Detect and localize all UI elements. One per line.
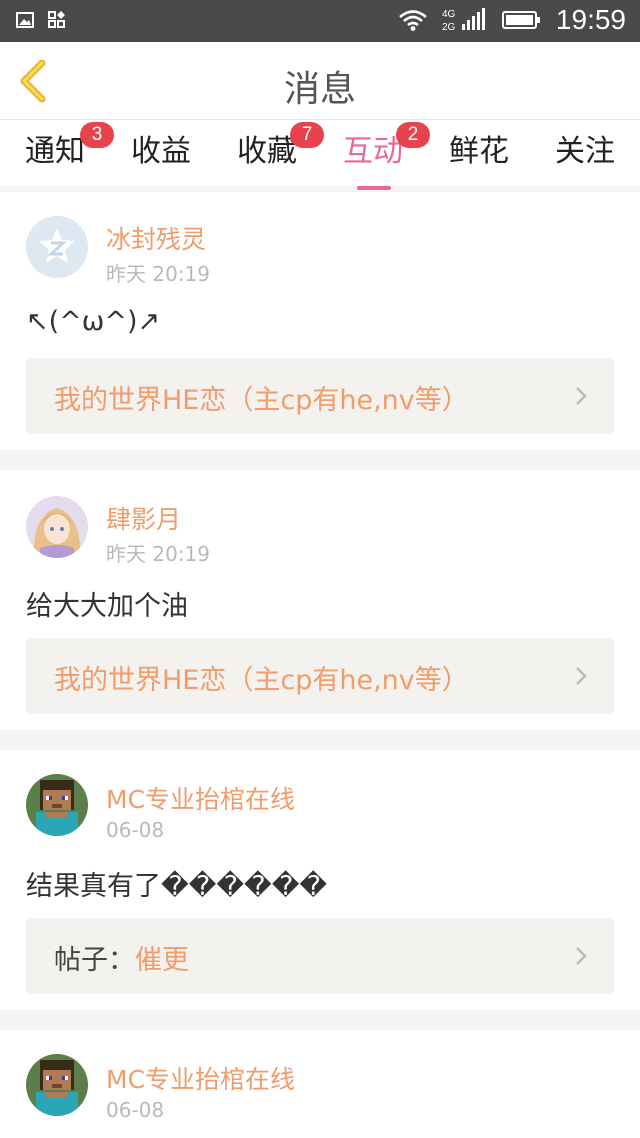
tab-following[interactable]: 关注 bbox=[532, 130, 638, 186]
post-link-title: 我的世界HE恋（主cp有he,nv等） bbox=[54, 385, 469, 416]
post-link-title: 我的世界HE恋（主cp有he,nv等） bbox=[54, 665, 469, 696]
tab-label: 收益 bbox=[131, 134, 191, 169]
post-time: 昨天 20:19 bbox=[106, 542, 210, 566]
avatar[interactable] bbox=[26, 496, 88, 558]
header: 消息 bbox=[0, 42, 640, 120]
active-tab-indicator bbox=[357, 186, 391, 190]
tab-earnings[interactable]: 收益 bbox=[108, 130, 214, 186]
qq-default-avatar-icon bbox=[26, 216, 88, 278]
message-card: MC专业抬棺在线 06-08 结果真有了������ 帖子：催更 bbox=[0, 750, 640, 1010]
post-link[interactable]: 帖子：催更 bbox=[26, 918, 614, 994]
tab-interactions[interactable]: 互动 2 bbox=[320, 122, 430, 190]
app-notify-icon bbox=[48, 11, 65, 28]
chevron-right-icon bbox=[576, 947, 587, 965]
status-bar: 4G 2G 19:59 bbox=[0, 0, 640, 42]
message-card: MC专业抬棺在线 06-08 bbox=[0, 1030, 640, 1138]
message-text: 结果真有了������ bbox=[26, 871, 328, 902]
post-link-text: 帖子：催更 bbox=[54, 938, 189, 977]
status-time: 19:59 bbox=[555, 4, 626, 35]
battery-icon bbox=[501, 11, 540, 29]
svg-text:4G: 4G bbox=[442, 9, 456, 20]
post-time: 06-08 bbox=[106, 1098, 165, 1122]
anime-girl-avatar bbox=[26, 496, 88, 558]
tab-bar: 通知 3 收益 收藏 7 互动 2 鲜花 关注 bbox=[0, 120, 640, 190]
post-link[interactable]: 我的世界HE恋（主cp有he,nv等） bbox=[26, 358, 614, 434]
post-link[interactable]: 我的世界HE恋（主cp有he,nv等） bbox=[26, 638, 614, 714]
tab-label: 鲜花 bbox=[449, 134, 509, 169]
gallery-icon bbox=[16, 12, 34, 28]
wifi-icon bbox=[399, 10, 427, 31]
tab-flowers[interactable]: 鲜花 bbox=[426, 130, 532, 186]
post-time: 昨天 20:19 bbox=[106, 262, 210, 286]
signal-icon: 4G 2G bbox=[442, 8, 485, 33]
user-name[interactable]: 肆影月 bbox=[106, 500, 181, 536]
minecraft-steve-avatar bbox=[26, 1054, 88, 1116]
favorites-badge: 7 bbox=[290, 122, 324, 148]
page-title: 消息 bbox=[283, 69, 356, 110]
tab-label: 关注 bbox=[555, 134, 615, 169]
message-card: 冰封残灵 昨天 20:19 ↖(^ω^)↗ 我的世界HE恋（主cp有he,nv等… bbox=[0, 192, 640, 450]
avatar[interactable] bbox=[26, 774, 88, 836]
avatar[interactable] bbox=[26, 216, 88, 278]
user-name[interactable]: MC专业抬棺在线 bbox=[106, 780, 295, 816]
message-text: 给大大加个油 bbox=[26, 591, 188, 622]
message-card: 肆影月 昨天 20:19 给大大加个油 我的世界HE恋（主cp有he,nv等） bbox=[0, 470, 640, 730]
tab-notifications[interactable]: 通知 3 bbox=[2, 122, 114, 186]
svg-text:2G: 2G bbox=[442, 22, 456, 33]
user-name[interactable]: MC专业抬棺在线 bbox=[106, 1060, 295, 1096]
post-time: 06-08 bbox=[106, 818, 165, 842]
post-link-title: 催更 bbox=[135, 945, 189, 976]
avatar[interactable] bbox=[26, 1054, 88, 1116]
tab-favorites[interactable]: 收藏 7 bbox=[214, 122, 324, 186]
interactions-badge: 2 bbox=[396, 122, 430, 148]
chevron-right-icon bbox=[576, 387, 587, 405]
message-text: ↖(^ω^)↗ bbox=[26, 306, 161, 337]
user-name[interactable]: 冰封残灵 bbox=[106, 220, 206, 256]
chevron-right-icon bbox=[576, 667, 587, 685]
post-link-prefix: 帖子： bbox=[54, 945, 135, 976]
minecraft-steve-avatar bbox=[26, 774, 88, 836]
